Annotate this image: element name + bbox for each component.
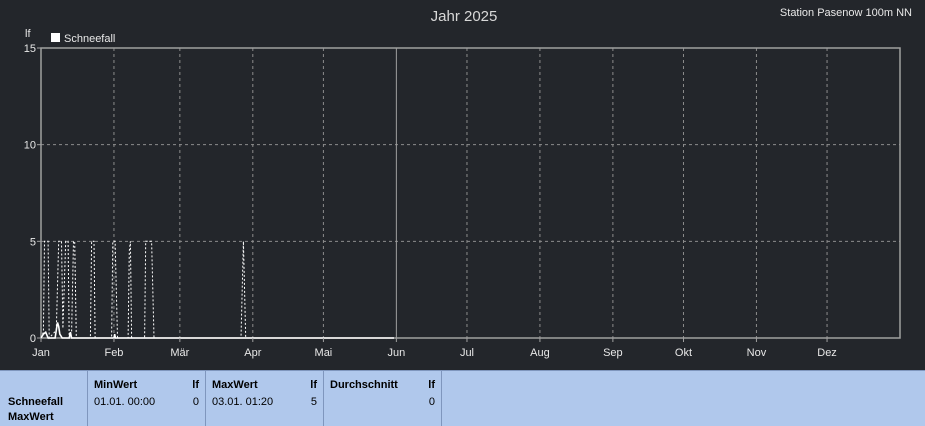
x-tick-label: Dez <box>817 347 837 359</box>
stats-min-date: 01.01. 00:00 <box>94 396 156 408</box>
x-tick-label: Aug <box>530 347 550 359</box>
series-line-solid <box>40 322 394 339</box>
chart-area: Jahr 2025 Station Pasenow 100m NN lf Sch… <box>0 0 925 370</box>
stats-min-header: MinWert <box>94 379 138 391</box>
stats-avg-unit: lf <box>428 379 435 391</box>
stats-avg-value: 0 <box>428 396 435 408</box>
x-tick-label: Feb <box>104 347 123 359</box>
y-tick-label: 5 <box>30 236 36 248</box>
stats-row-type: MaxWert <box>8 411 54 423</box>
x-tick-label: Sep <box>603 347 623 359</box>
stats-series-name: Schneefall <box>8 396 64 408</box>
station-label: Station Pasenow 100m NN <box>780 7 912 19</box>
stats-max-date: 03.01. 01:20 <box>212 396 274 408</box>
x-tick-label: Apr <box>244 347 261 359</box>
stats-max-header: MaxWert <box>212 379 258 391</box>
chart-title: Jahr 2025 <box>431 8 498 25</box>
stats-min-value: 0 <box>192 396 199 408</box>
series-line-dotted <box>40 240 394 340</box>
x-tick-label: Mär <box>170 347 189 359</box>
stats-col-max: MaxWert lf 03.01. 01:20 5 <box>206 371 324 426</box>
y-tick-label: 0 <box>30 333 36 345</box>
line-chart: Jahr 2025 Station Pasenow 100m NN lf Sch… <box>24 7 912 359</box>
legend-label: Schneefall <box>64 33 115 45</box>
x-tick-label: Okt <box>675 347 692 359</box>
y-tick-label: 10 <box>24 140 36 152</box>
stats-avg-header: Durchschnitt <box>330 379 398 391</box>
statistics-panel: Schneefall MaxWert MinWert lf 01.01. 00:… <box>0 370 925 426</box>
stats-max-value: 5 <box>310 396 317 408</box>
stats-col-avg: Durchschnitt lf 0 <box>324 371 442 426</box>
y-tick-label: 15 <box>24 43 36 55</box>
plot-frame <box>40 47 901 339</box>
x-tick-label: Nov <box>747 347 767 359</box>
stats-row-label-cell: Schneefall MaxWert <box>0 371 88 426</box>
legend-swatch <box>51 33 60 42</box>
y-unit-label: lf <box>25 28 31 40</box>
stats-max-unit: lf <box>310 379 317 391</box>
x-tick-label: Jan <box>32 347 50 359</box>
x-tick-label: Mai <box>315 347 333 359</box>
stats-col-min: MinWert lf 01.01. 00:00 0 <box>88 371 206 426</box>
x-tick-label: Jul <box>460 347 474 359</box>
stats-min-unit: lf <box>192 379 199 391</box>
x-tick-label: Jun <box>387 347 405 359</box>
